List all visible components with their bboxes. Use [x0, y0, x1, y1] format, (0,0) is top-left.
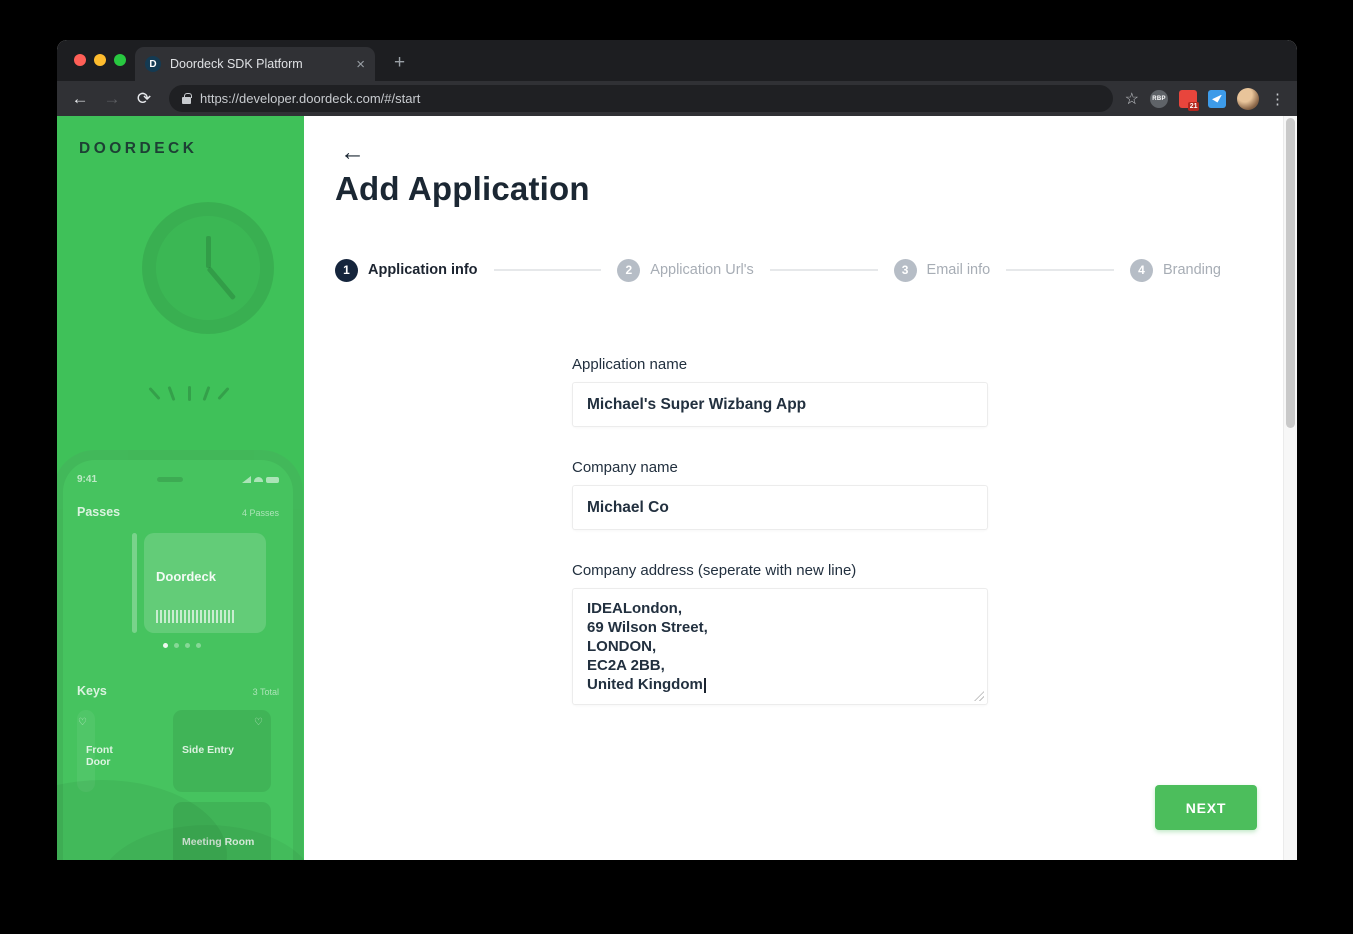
step-1-label: Application info	[368, 262, 478, 278]
browser-tab[interactable]: D Doordeck SDK Platform ×	[135, 47, 375, 81]
address-bar[interactable]: https://developer.doordeck.com/#/start	[169, 85, 1113, 112]
company-name-label: Company name	[572, 459, 988, 476]
tab-close-icon[interactable]: ×	[356, 57, 365, 72]
doordeck-logo[interactable]: DOORDECK	[79, 140, 197, 158]
step-connector	[770, 269, 878, 271]
step-2-label: Application Url's	[650, 262, 754, 278]
step-connector	[1006, 269, 1114, 271]
next-button[interactable]: NEXT	[1155, 785, 1257, 830]
browser-menu-icon[interactable]: ⋮	[1270, 90, 1285, 108]
step-application-urls[interactable]: 2 Application Url's	[617, 259, 754, 282]
signal-icon	[242, 476, 251, 483]
url-text: https://developer.doordeck.com/#/start	[200, 91, 420, 106]
text-caret	[704, 678, 706, 693]
phone-status-bar: 9:41	[77, 474, 279, 485]
company-address-group: Company address (seperate with new line)…	[572, 562, 988, 705]
back-button[interactable]: ←	[340, 138, 365, 167]
toolbar-right: ☆ RBP 21 ⋮	[1125, 88, 1287, 110]
company-address-label: Company address (seperate with new line)	[572, 562, 988, 579]
resize-handle-icon[interactable]	[974, 691, 984, 701]
side-entry-tile: ♡ Side Entry	[173, 710, 271, 792]
lock-icon	[182, 97, 191, 104]
burst-rays-illustration	[153, 386, 225, 401]
scrollbar-thumb[interactable]	[1286, 118, 1295, 428]
step-connector	[494, 269, 602, 271]
tab-strip: D Doordeck SDK Platform × +	[57, 40, 1297, 81]
application-name-input[interactable]	[572, 382, 988, 427]
extension-badge: 21	[1188, 102, 1199, 111]
step-application-info[interactable]: 1 Application info	[335, 259, 478, 282]
browser-window: D Doordeck SDK Platform × + ← → ⟳ https:…	[57, 40, 1297, 860]
application-name-group: Application name	[572, 356, 988, 427]
application-name-label: Application name	[572, 356, 988, 373]
pass-card-title: Doordeck	[156, 569, 216, 584]
profile-avatar[interactable]	[1237, 88, 1259, 110]
heart-icon: ♡	[254, 717, 263, 728]
application-form: Application name Company name Company ad…	[572, 356, 988, 737]
page-title: Add Application	[335, 170, 590, 208]
close-window-button[interactable]	[74, 54, 86, 66]
step-branding[interactable]: 4 Branding	[1130, 259, 1221, 282]
doordeck-favicon-icon: D	[145, 56, 161, 72]
step-4-circle: 4	[1130, 259, 1153, 282]
heart-icon: ♡	[78, 717, 87, 728]
clock-minute-hand	[206, 266, 236, 300]
doordeck-pass-card: Doordeck	[144, 533, 266, 633]
step-2-circle: 2	[617, 259, 640, 282]
barcode-icon	[156, 610, 234, 623]
wifi-icon	[254, 477, 263, 482]
step-email-info[interactable]: 3 Email info	[894, 259, 991, 282]
clock-illustration	[142, 202, 274, 334]
step-1-circle: 1	[335, 259, 358, 282]
red-extension-icon[interactable]: 21	[1179, 90, 1197, 108]
phone-time: 9:41	[77, 474, 97, 485]
maximize-window-button[interactable]	[114, 54, 126, 66]
pass-carousel: Doordeck	[132, 533, 279, 633]
battery-icon	[266, 477, 279, 483]
reload-icon[interactable]: ⟳	[131, 86, 157, 112]
back-nav-icon[interactable]: ←	[67, 86, 93, 112]
phone-status-icons	[242, 476, 279, 483]
clock-hour-hand	[206, 236, 211, 268]
page-scrollbar	[1283, 116, 1297, 860]
keys-meta: 3 Total	[253, 687, 279, 697]
passes-title: Passes	[77, 505, 120, 519]
sidebar: DOORDECK 9:41	[57, 116, 304, 860]
company-address-value: IDEALondon, 69 Wilson Street, LONDON, EC…	[587, 600, 708, 693]
step-3-circle: 3	[894, 259, 917, 282]
company-name-group: Company name	[572, 459, 988, 530]
carousel-dots	[163, 643, 279, 648]
browser-toolbar: ← → ⟳ https://developer.doordeck.com/#/s…	[57, 81, 1297, 116]
keys-title: Keys	[77, 684, 107, 698]
wizard-stepper: 1 Application info 2 Application Url's 3…	[335, 256, 1221, 284]
step-3-label: Email info	[927, 262, 991, 278]
side-entry-label: Side Entry	[182, 744, 234, 756]
page-content: DOORDECK 9:41	[57, 116, 1297, 860]
phone-notch	[157, 477, 183, 482]
previous-card-edge	[132, 533, 137, 633]
forward-nav-icon[interactable]: →	[99, 86, 125, 112]
passes-meta: 4 Passes	[242, 508, 279, 518]
bookmark-star-icon[interactable]: ☆	[1125, 89, 1139, 109]
new-tab-button[interactable]: +	[394, 52, 405, 74]
front-door-label: Front Door	[86, 744, 113, 768]
passes-header: Passes 4 Passes	[77, 505, 279, 519]
company-name-input[interactable]	[572, 485, 988, 530]
tab-title: Doordeck SDK Platform	[170, 57, 347, 71]
company-address-textarea[interactable]: IDEALondon, 69 Wilson Street, LONDON, EC…	[572, 588, 988, 705]
rbp-extension-icon[interactable]: RBP	[1150, 90, 1168, 108]
window-controls	[74, 54, 126, 66]
main-panel: ← Add Application 1 Application info 2 A…	[304, 116, 1283, 860]
blue-extension-icon[interactable]	[1208, 90, 1226, 108]
step-4-label: Branding	[1163, 262, 1221, 278]
minimize-window-button[interactable]	[94, 54, 106, 66]
keys-header: Keys 3 Total	[77, 684, 279, 698]
